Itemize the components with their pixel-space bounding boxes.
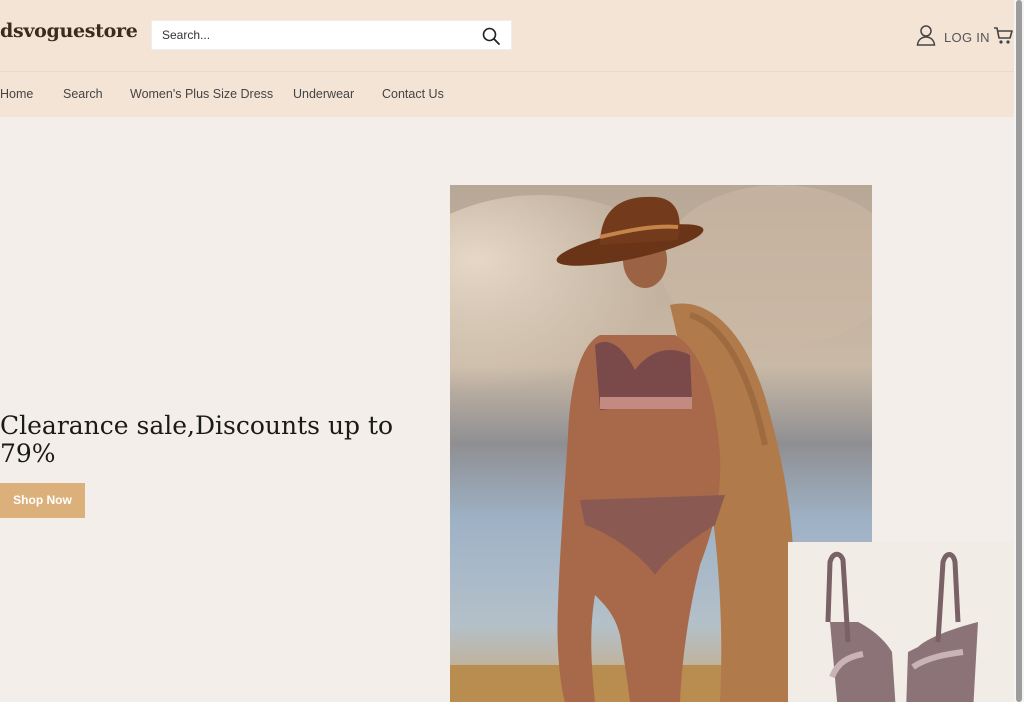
store-logo[interactable]: dsvoguestore: [0, 20, 138, 42]
search-icon[interactable]: [481, 26, 501, 46]
nav-item-home[interactable]: Home: [0, 87, 33, 101]
login-button[interactable]: LOG IN: [916, 24, 990, 51]
search-bar: [151, 20, 512, 50]
search-input[interactable]: [152, 21, 452, 49]
user-icon: [916, 24, 936, 51]
hero-title: Clearance sale,Discounts up to 79%: [0, 411, 394, 468]
nav-item-underwear[interactable]: Underwear: [293, 87, 354, 101]
nav-item-womens-plus-size-dress[interactable]: Women's Plus Size Dress: [130, 87, 273, 101]
login-label: LOG IN: [944, 30, 990, 45]
page-scrollbar[interactable]: [1014, 0, 1024, 702]
header: dsvoguestore LOG IN: [0, 0, 1014, 72]
shop-now-button[interactable]: Shop Now: [0, 483, 85, 518]
main-nav: Home Search Women's Plus Size Dress Unde…: [0, 72, 1014, 117]
cart-icon[interactable]: [993, 24, 1013, 46]
nav-item-contact-us[interactable]: Contact Us: [382, 87, 444, 101]
nav-item-search[interactable]: Search: [63, 87, 103, 101]
scrollbar-thumb[interactable]: [1016, 0, 1022, 702]
product-thumbnail-image[interactable]: [788, 542, 1014, 702]
